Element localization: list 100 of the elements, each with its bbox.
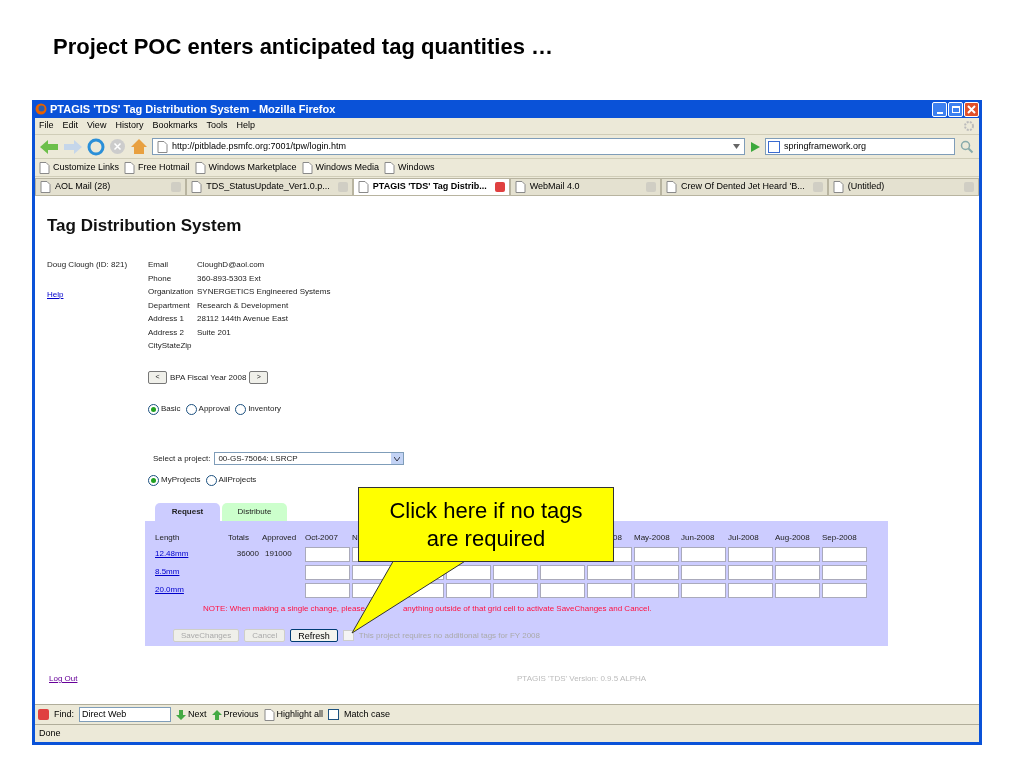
column-header: Jun-2008 <box>681 533 715 542</box>
find-previous-button[interactable]: Previous <box>223 707 259 722</box>
forward-arrow-icon[interactable] <box>63 138 83 155</box>
field-value: Suite 201 <box>197 326 231 339</box>
close-button[interactable] <box>964 101 979 117</box>
slide-title: Project POC enters anticipated tag quantities … <box>53 33 553 61</box>
field-label: Department <box>148 299 191 312</box>
tab-close-icon[interactable] <box>494 182 505 192</box>
quantity-input[interactable] <box>540 582 585 598</box>
radio-button[interactable] <box>148 474 159 486</box>
page-icon <box>301 161 313 174</box>
minimize-button[interactable] <box>932 101 947 117</box>
search-icon[interactable] <box>959 138 975 155</box>
bookmark-link[interactable]: Windows Marketplace <box>208 160 297 175</box>
menu-item[interactable]: Help <box>236 119 255 133</box>
highlight-all-button[interactable]: Highlight all <box>276 707 324 722</box>
quantity-input[interactable] <box>446 582 491 598</box>
radio-button[interactable] <box>235 403 247 415</box>
browser-tab[interactable]: TDS_StatusUpdate_Ver1.0.p... <box>186 178 353 196</box>
quantity-input[interactable] <box>822 564 867 580</box>
search-engine-icon[interactable] <box>768 140 780 153</box>
field-value: SYNERGETICS Engineered Systems <box>197 286 331 299</box>
quantity-input[interactable] <box>634 582 679 598</box>
page-icon <box>357 181 369 193</box>
quantity-input[interactable] <box>681 582 726 598</box>
browser-tab[interactable]: Crew Of Dented Jet Heard 'B... <box>661 178 828 196</box>
back-arrow-icon[interactable] <box>39 138 59 155</box>
find-field[interactable]: Direct Web <box>79 707 171 722</box>
length-link[interactable]: 20.0mm <box>155 584 228 596</box>
quantity-input[interactable] <box>775 582 820 598</box>
table-cell: 191000 <box>265 549 292 558</box>
quantity-input[interactable] <box>634 564 679 580</box>
bookmark-link[interactable]: Windows Media <box>315 160 380 175</box>
radio-label: MyProjects <box>161 474 201 486</box>
page-icon <box>666 181 677 193</box>
search-field[interactable]: springframework.org <box>765 138 955 155</box>
close-find-bar-button[interactable] <box>38 709 49 720</box>
quantity-input[interactable] <box>728 564 773 580</box>
radio-button[interactable] <box>185 403 197 415</box>
field-value: CloughD@aol.com <box>197 259 265 272</box>
field-value: 360-893-5303 Ext <box>197 272 261 285</box>
logout-link[interactable]: Log Out <box>49 673 517 685</box>
quantity-input[interactable] <box>822 546 867 562</box>
quantity-input[interactable] <box>681 564 726 580</box>
quantity-input[interactable] <box>305 546 350 562</box>
menu-item[interactable]: View <box>87 119 107 133</box>
browser-tab[interactable]: AOL Mail (28) <box>35 178 187 196</box>
search-text: springframework.org <box>784 139 867 153</box>
field-label: Email <box>148 259 169 272</box>
firefox-icon <box>35 103 47 115</box>
quantity-input[interactable] <box>775 546 820 562</box>
quantity-input[interactable] <box>493 582 538 598</box>
radio-button[interactable] <box>205 474 217 486</box>
grid-tab[interactable]: Distribute <box>222 503 287 521</box>
quantity-input[interactable] <box>681 546 726 562</box>
tab-title: (Untitled) <box>847 180 885 194</box>
find-next-button[interactable]: Next <box>188 707 207 722</box>
up-arrow-icon <box>211 709 222 720</box>
browser-tab[interactable]: WebMail 4.0 <box>509 178 661 196</box>
quantity-input[interactable] <box>305 564 350 580</box>
dropdown-icon[interactable] <box>733 144 740 149</box>
quantity-input[interactable] <box>728 582 773 598</box>
radio-button[interactable] <box>148 403 159 415</box>
quantity-input[interactable] <box>728 546 773 562</box>
browser-tab[interactable]: (Untitled) <box>827 178 979 196</box>
quantity-input[interactable] <box>540 564 585 580</box>
maximize-button[interactable] <box>948 101 963 117</box>
bookmark-link[interactable]: Free Hotmail <box>138 160 190 175</box>
quantity-input[interactable] <box>775 564 820 580</box>
match-case-checkbox[interactable] <box>328 709 340 720</box>
help-link[interactable]: Help <box>47 288 148 301</box>
column-header: Length <box>155 532 181 544</box>
quantity-input[interactable] <box>493 564 538 580</box>
length-link[interactable]: 12.48mm <box>155 548 228 560</box>
bookmark-link[interactable]: Customize Links <box>53 160 120 175</box>
menu-item[interactable]: File <box>39 119 54 133</box>
action-button[interactable]: Refresh <box>290 629 338 642</box>
reload-icon[interactable] <box>87 137 105 156</box>
field-label: Organization <box>148 286 195 299</box>
stop-icon[interactable] <box>109 138 126 155</box>
menu-item[interactable]: Edit <box>62 119 79 133</box>
bookmark-link[interactable]: Windows <box>398 160 435 175</box>
quantity-input[interactable] <box>305 582 350 598</box>
quantity-input[interactable] <box>634 546 679 562</box>
address-field[interactable]: http://pitblade.psmfc.org:7001/tpw/login.htm <box>152 138 745 155</box>
quantity-input[interactable] <box>822 582 867 598</box>
note-text: anything outside of that grid cell to activate SaveChanges and Cancel. <box>402 603 652 615</box>
status-text: Done <box>39 726 61 740</box>
go-icon[interactable] <box>749 140 761 153</box>
no-tags-label: This project requires no additional tags for FY 2008 <box>358 629 540 642</box>
home-icon[interactable] <box>130 138 148 155</box>
grid-tab[interactable]: Request <box>155 503 220 521</box>
browser-tab[interactable]: PTAGIS 'TDS' Tag Distrib... <box>352 178 510 196</box>
menu-item[interactable]: History <box>115 119 144 133</box>
quantity-input[interactable] <box>587 564 632 580</box>
menu-item[interactable]: Tools <box>206 119 228 133</box>
length-link[interactable]: 8.5mm <box>155 566 228 578</box>
quantity-input[interactable] <box>587 582 632 598</box>
menu-item[interactable]: Bookmarks <box>152 119 198 133</box>
project-select[interactable]: 00-GS-75064: LSRCP <box>214 452 405 465</box>
